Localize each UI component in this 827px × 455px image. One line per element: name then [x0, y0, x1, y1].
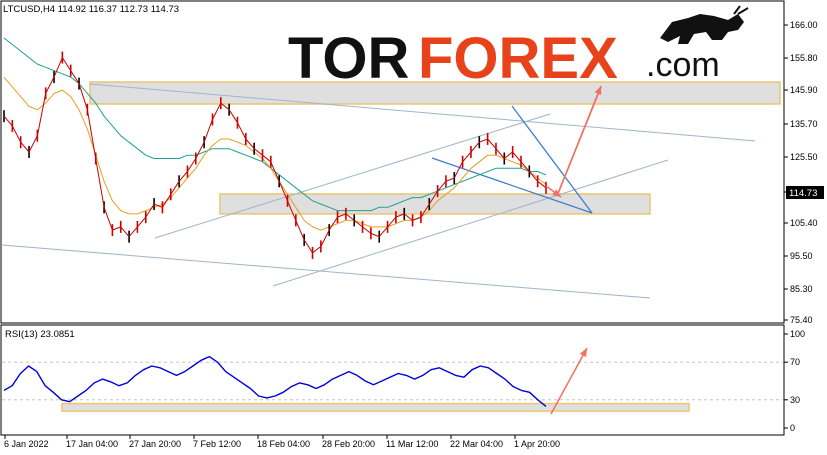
price-tick-label: 85.30 [790, 284, 813, 294]
price-tick-label: 135.70 [790, 119, 818, 129]
x-tick-label: 22 Mar 04:00 [450, 439, 503, 449]
rsi-panel [0, 324, 785, 436]
price-header: LTCUSD,H4 114.92 116.37 112.73 114.73 [3, 4, 179, 15]
price-tick-label: 105.40 [790, 218, 818, 228]
price-tick-label: 155.80 [790, 53, 818, 63]
logo-forex: FOREX [418, 26, 618, 91]
logo-tor: TOR [288, 26, 409, 91]
x-tick-label: 11 Mar 12:00 [386, 439, 438, 449]
price-tick-label: 166.00 [790, 20, 818, 30]
rsi-tick-label: 30 [790, 395, 800, 405]
x-tick-label: 17 Jan 04:00 [66, 439, 118, 449]
x-tick-label: 6 Jan 2022 [4, 439, 49, 449]
price-tick-label: 95.50 [790, 251, 813, 261]
rsi-tick-label: 0 [790, 423, 795, 433]
rsi-oversold-zone [61, 402, 690, 412]
rsi-tick-label: 70 [790, 357, 800, 367]
x-tick-label: 7 Feb 12:00 [193, 439, 241, 449]
rsi-header: RSI(13) 23.0851 [5, 329, 75, 340]
logo-com: .com [646, 46, 720, 84]
chart-canvas: 166.00 155.80 145.90 135.70 125.50 114.73 105.… [0, 0, 824, 449]
x-tick-label: 18 Feb 04:00 [257, 439, 310, 449]
rsi-tick-label: 100 [790, 329, 805, 339]
x-tick-label: 28 Feb 20:00 [322, 439, 375, 449]
price-tick-label: 145.90 [790, 85, 818, 95]
current-price-label: 114.73 [789, 188, 817, 199]
price-tick-label: 125.50 [790, 152, 818, 162]
price-tick-label: 75.40 [790, 315, 813, 325]
x-tick-label: 1 Apr 20:00 [514, 439, 560, 449]
x-tick-label: 27 Jan 20:00 [129, 439, 181, 449]
